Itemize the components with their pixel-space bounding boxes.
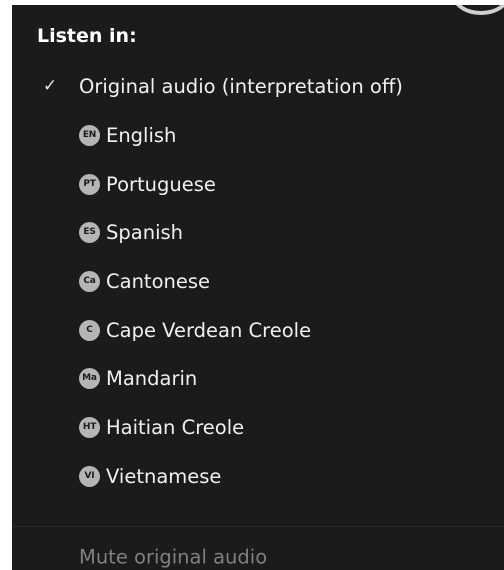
interpretation-menu: Listen in: ✓ Original audio (interpretat… <box>12 5 504 570</box>
mandarin-badge-icon: Ma <box>79 367 100 389</box>
menu-item-portuguese[interactable]: PT Portuguese <box>12 164 504 204</box>
spanish-badge-icon: ES <box>79 221 100 243</box>
menu-item-label: Original audio (interpretation off) <box>79 74 403 98</box>
cantonese-badge-icon: Ca <box>79 270 100 292</box>
vietnamese-badge-icon: VI <box>79 465 100 487</box>
menu-item-label: Vietnamese <box>106 464 222 488</box>
portuguese-badge-icon: PT <box>79 173 100 195</box>
menu-item-label: Spanish <box>106 220 184 244</box>
menu-item-original-audio[interactable]: ✓ Original audio (interpretation off) <box>12 66 504 106</box>
menu-item-english[interactable]: EN English <box>12 115 504 155</box>
checkmark-icon: ✓ <box>42 76 58 96</box>
menu-item-cape-verdean-creole[interactable]: C Cape Verdean Creole <box>12 310 504 350</box>
mute-original-audio-item: Mute original audio <box>79 545 268 569</box>
menu-divider <box>12 526 504 527</box>
menu-item-cantonese[interactable]: Ca Cantonese <box>12 261 504 301</box>
cape-verdean-creole-badge-icon: C <box>79 319 100 341</box>
menu-item-label: Cantonese <box>106 269 211 293</box>
menu-item-label: English <box>106 123 177 147</box>
corner-decoration <box>444 5 504 19</box>
menu-item-label: Cape Verdean Creole <box>106 318 312 342</box>
menu-heading: Listen in: <box>37 25 137 47</box>
menu-item-label: Haitian Creole <box>106 415 245 439</box>
menu-item-vietnamese[interactable]: VI Vietnamese <box>12 456 504 496</box>
english-badge-icon: EN <box>79 124 100 146</box>
menu-item-haitian-creole[interactable]: HT Haitian Creole <box>12 407 504 447</box>
menu-item-spanish[interactable]: ES Spanish <box>12 212 504 252</box>
menu-item-label: Mandarin <box>106 366 198 390</box>
haitian-creole-badge-icon: HT <box>79 416 100 438</box>
menu-item-label: Portuguese <box>106 172 216 196</box>
menu-item-mandarin[interactable]: Ma Mandarin <box>12 358 504 398</box>
